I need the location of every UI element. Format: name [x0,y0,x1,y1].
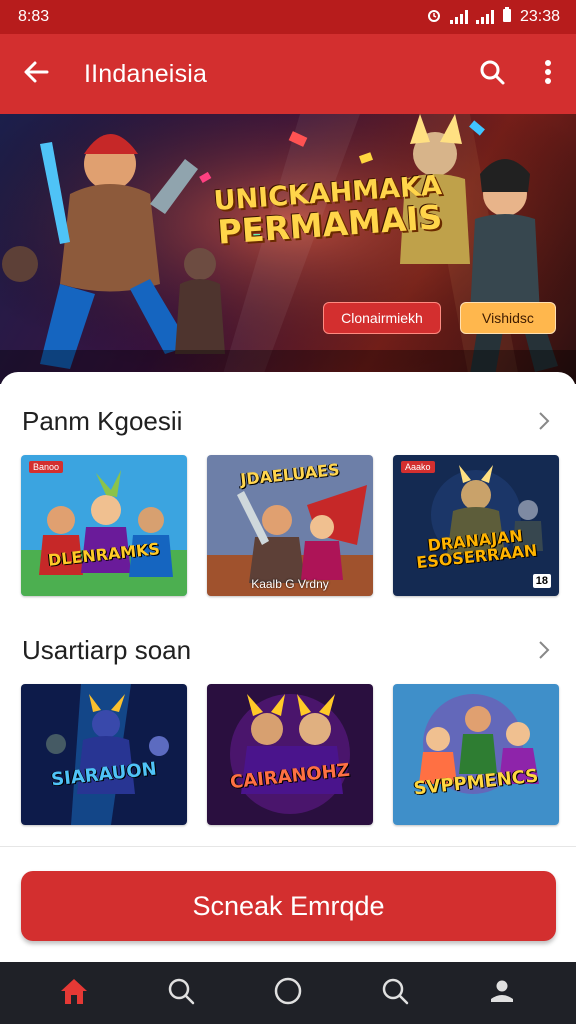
status-time: 8:83 [18,8,50,25]
app-screen: 8:83 23:38 IIndaneisia UNICKAHMAKA PERMA… [0,0,576,1024]
status-clock: 23:38 [519,8,560,25]
nav-profile[interactable] [472,963,532,1023]
search-icon [380,976,410,1011]
arrow-left-icon [22,58,50,91]
nav-home[interactable] [44,963,104,1023]
section-title: Usartiarp soan [22,634,192,665]
nav-search[interactable] [151,963,211,1023]
alarm-icon [426,7,442,28]
app-bar: IIndaneisia [0,34,576,114]
hero-banner[interactable]: UNICKAHMAKA PERMAMAIS [0,114,576,384]
section-header[interactable]: Panm Kgoesii [22,401,556,441]
status-bar: 8:83 23:38 [0,0,576,34]
game-card[interactable]: CAIRANOHZ [207,684,373,825]
chevron-right-icon [532,409,556,433]
game-card[interactable]: Aaako DRANAJAN ESOSERRAAN 18 [393,455,559,596]
divider [0,846,576,847]
bottom-nav [0,962,576,1024]
banner-artwork [0,114,576,384]
banner-secondary-button[interactable]: Vishidsc [460,302,556,334]
search-icon [166,976,196,1011]
card-badge: Aaako [401,461,435,473]
search-button[interactable] [464,34,520,114]
section-header[interactable]: Usartiarp soan [22,630,556,670]
game-card[interactable]: Banoo DLENRAMKS [21,455,187,596]
section-title: Panm Kgoesii [22,405,183,436]
chevron-right-icon [532,638,556,662]
circle-icon [273,976,303,1011]
nav-center[interactable] [258,963,318,1023]
signal-icon [449,10,468,24]
card-badge: Banoo [29,461,64,473]
signal-icon [475,10,494,24]
game-card-art [207,684,373,825]
profile-icon [488,977,516,1010]
cta-button[interactable]: Scneak Emrqde [21,871,556,941]
page-title: IIndaneisia [84,59,208,88]
game-card[interactable]: SIARAUON [21,684,187,825]
status-icons: 23:38 [426,6,560,28]
card-caption: Kaalb G Vrdny [251,577,329,591]
more-vert-icon [543,58,553,91]
game-card-row: Banoo DLENRAMKS JDAELUAES Kaalb G Vrdny [21,455,559,596]
battery-icon [502,6,512,28]
game-card-row: SIARAUON CAIRANOHZ SVPPMENCS [21,684,559,825]
more-options-button[interactable] [520,34,576,114]
game-card[interactable]: JDAELUAES Kaalb G Vrdny [207,455,373,596]
game-card-art [21,684,187,825]
nav-discover[interactable] [365,963,425,1023]
game-card-art [393,684,559,825]
banner-primary-button[interactable]: Clonairmiekh [323,302,441,334]
search-icon [478,58,506,91]
game-card[interactable]: SVPPMENCS [393,684,559,825]
game-card-art [21,455,187,596]
back-button[interactable] [0,34,72,114]
home-icon [59,977,89,1010]
age-rating-badge: 18 [532,574,551,588]
